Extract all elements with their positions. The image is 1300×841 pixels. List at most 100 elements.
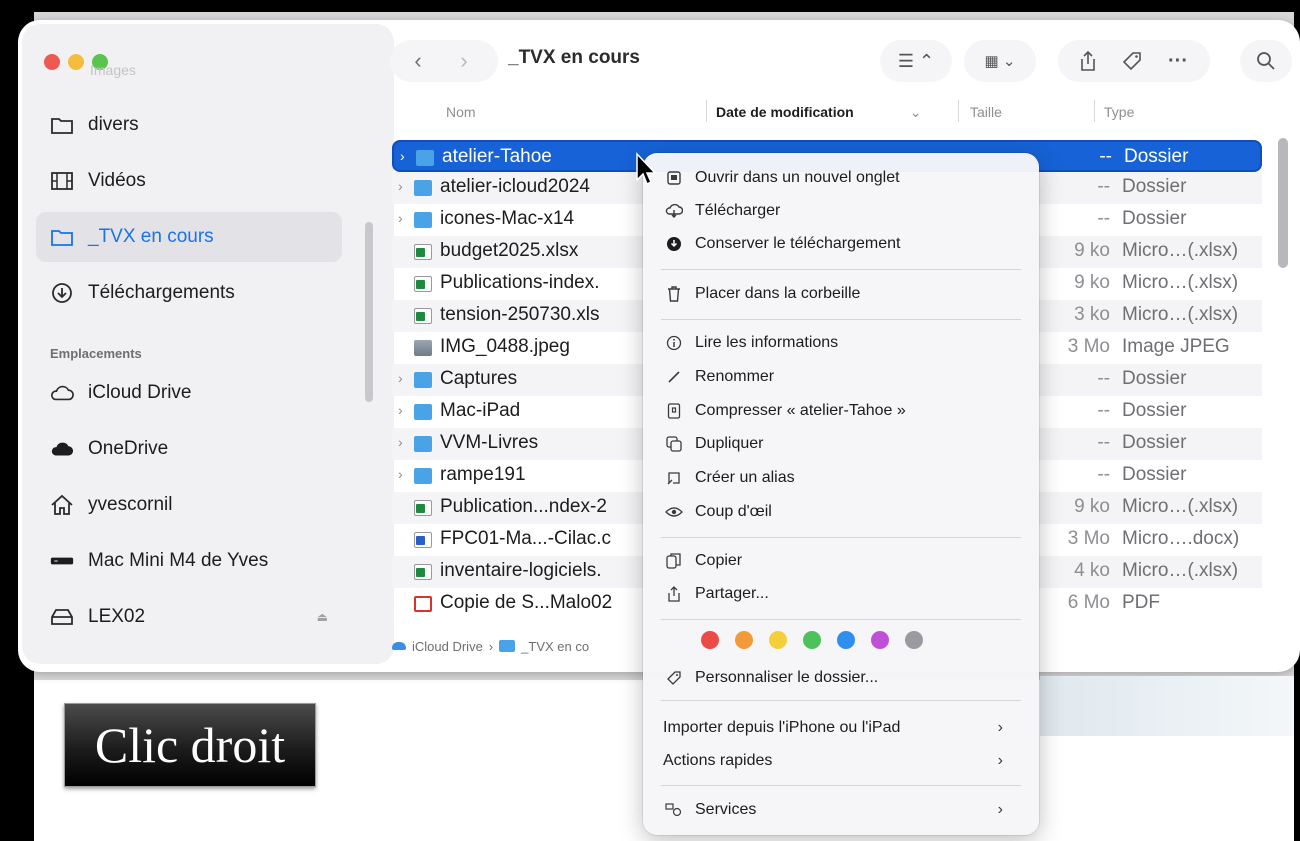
- column-separator: [706, 100, 707, 122]
- info-icon: [663, 334, 685, 352]
- file-name: icones-Mac-x14: [440, 208, 575, 229]
- group-button[interactable]: ▦ ⌄: [964, 40, 1036, 82]
- cloud-download-icon: [663, 202, 685, 220]
- tag-icon: [1122, 52, 1141, 71]
- menu-item-label: Importer depuis l'iPhone ou l'iPad: [663, 719, 901, 736]
- file-name: rampe191: [440, 464, 526, 485]
- disclosure-triangle-icon[interactable]: ›: [398, 178, 410, 194]
- tag-color-yellow[interactable]: [769, 631, 787, 649]
- sidebar-item-lex02[interactable]: LEX02 ⏏: [36, 592, 342, 642]
- chevron-right-icon: ›: [488, 638, 494, 654]
- tag-color-blue[interactable]: [837, 631, 855, 649]
- sidebar-item-videos[interactable]: Vidéos: [36, 156, 342, 206]
- tag-color-red[interactable]: [701, 631, 719, 649]
- sidebar-item-divers[interactable]: divers: [36, 100, 342, 150]
- copy-icon: [663, 552, 685, 570]
- menu-item-keep-download[interactable]: Conserver le téléchargement: [663, 229, 1023, 259]
- folder-icon: [414, 180, 432, 196]
- menu-item-rename[interactable]: Renommer: [663, 362, 1023, 392]
- view-list-button[interactable]: ☰ ⌃: [880, 40, 952, 82]
- file-type: Dossier: [1124, 146, 1189, 167]
- tag-button[interactable]: [1114, 40, 1150, 82]
- file-name: tension-250730.xls: [440, 304, 600, 325]
- menu-separator: [661, 537, 1021, 538]
- caption-box: Clic droit: [64, 703, 316, 787]
- file-size: 9 ko: [1074, 240, 1110, 261]
- file-name: FPC01-Ma...-Cilac.c: [440, 528, 612, 549]
- menu-item-trash[interactable]: Placer dans la corbeille: [663, 279, 1023, 309]
- disclosure-triangle-icon[interactable]: ›: [398, 434, 410, 450]
- sidebar-item-telechargements[interactable]: Téléchargements: [36, 268, 342, 318]
- column-header-size[interactable]: Taille: [970, 100, 1002, 124]
- forward-button[interactable]: ›: [444, 42, 484, 80]
- sidebar-item-yvescornil[interactable]: yvescornil: [36, 480, 342, 530]
- menu-item-get-info[interactable]: Lire les informations: [663, 328, 1023, 358]
- close-window-button[interactable]: [44, 54, 60, 70]
- list-view-icon: ☰ ⌃: [897, 50, 935, 71]
- menu-item-label: Conserver le téléchargement: [695, 235, 901, 252]
- menu-item-share[interactable]: Partager...: [663, 579, 1023, 609]
- sidebar-scrollbar[interactable]: [365, 222, 373, 402]
- search-button[interactable]: [1240, 40, 1292, 82]
- tag-color-gray[interactable]: [905, 631, 923, 649]
- menu-item-compress[interactable]: Compresser « atelier-Tahoe »: [663, 396, 1023, 426]
- menu-item-customize-folder[interactable]: Personnaliser le dossier...: [663, 663, 1023, 693]
- file-name: Copie de S...Malo02: [440, 592, 613, 613]
- column-header-date[interactable]: Date de modification ⌄: [716, 100, 921, 124]
- minimize-window-button[interactable]: [68, 54, 84, 70]
- more-button[interactable]: ···: [1160, 40, 1196, 82]
- film-icon: [50, 170, 74, 192]
- excel-file-icon: [414, 276, 432, 292]
- back-button[interactable]: ‹: [398, 42, 438, 80]
- disclosure-triangle-icon[interactable]: ›: [398, 402, 410, 418]
- menu-item-services[interactable]: Services ›: [663, 795, 1023, 825]
- sidebar-item-icloud-drive[interactable]: iCloud Drive: [36, 368, 342, 418]
- path-item-current[interactable]: _TVX en co: [521, 639, 589, 654]
- menu-item-open-new-tab[interactable]: Ouvrir dans un nouvel onglet: [663, 163, 1023, 193]
- disclosure-triangle-icon[interactable]: ›: [398, 370, 410, 386]
- folder-icon: [416, 150, 434, 166]
- menu-item-quick-look[interactable]: Coup d'œil: [663, 497, 1023, 527]
- share-button[interactable]: [1070, 40, 1106, 82]
- chevron-right-icon: ›: [997, 801, 1003, 818]
- tag-color-orange[interactable]: [735, 631, 753, 649]
- alias-icon: [663, 469, 685, 487]
- sidebar-item-onedrive[interactable]: OneDrive: [36, 424, 342, 474]
- disclosure-triangle-icon[interactable]: ›: [398, 466, 410, 482]
- column-header-type[interactable]: Type: [1104, 100, 1134, 124]
- chevron-right-icon: ›: [997, 752, 1003, 769]
- sidebar-item-label: yvescornil: [88, 494, 173, 515]
- file-name: atelier-Tahoe: [442, 146, 552, 167]
- sidebar-item-tvx-en-cours[interactable]: _TVX en cours: [36, 212, 342, 262]
- sidebar-item-label: LEX02: [88, 606, 146, 627]
- menu-item-download[interactable]: Télécharger: [663, 196, 1023, 226]
- path-item-root[interactable]: iCloud Drive: [412, 639, 483, 654]
- tag-color-purple[interactable]: [871, 631, 889, 649]
- sidebar-item-mac-mini[interactable]: Mac Mini M4 de Yves: [36, 536, 342, 586]
- cloud-icon: [392, 642, 406, 650]
- menu-item-label: Lire les informations: [695, 334, 839, 351]
- share-icon: [1081, 50, 1095, 71]
- file-size: --: [1097, 464, 1110, 485]
- menu-separator: [661, 619, 1021, 620]
- file-list-scrollbar[interactable]: [1278, 138, 1288, 268]
- file-type: Dossier: [1122, 400, 1187, 421]
- excel-file-icon: [414, 308, 432, 324]
- folder-icon: [414, 468, 432, 484]
- eject-icon[interactable]: ⏏: [317, 610, 328, 624]
- menu-item-make-alias[interactable]: Créer un alias: [663, 463, 1023, 493]
- disclosure-triangle-icon[interactable]: ›: [400, 148, 412, 164]
- disclosure-triangle-icon[interactable]: ›: [398, 210, 410, 226]
- file-size: --: [1097, 368, 1110, 389]
- menu-item-quick-actions[interactable]: Actions rapides ›: [663, 746, 1023, 776]
- column-header-name[interactable]: Nom: [446, 100, 476, 124]
- menu-item-import-iphone[interactable]: Importer depuis l'iPhone ou l'iPad ›: [663, 713, 1023, 743]
- menu-item-duplicate[interactable]: Dupliquer: [663, 429, 1023, 459]
- excel-file-icon: [414, 500, 432, 516]
- mouse-cursor-icon: [636, 152, 657, 186]
- menu-item-copy[interactable]: Copier: [663, 546, 1023, 576]
- file-name: budget2025.xlsx: [440, 240, 579, 261]
- archive-icon: [663, 402, 685, 420]
- tag-color-green[interactable]: [803, 631, 821, 649]
- menu-item-label: Personnaliser le dossier...: [695, 669, 879, 686]
